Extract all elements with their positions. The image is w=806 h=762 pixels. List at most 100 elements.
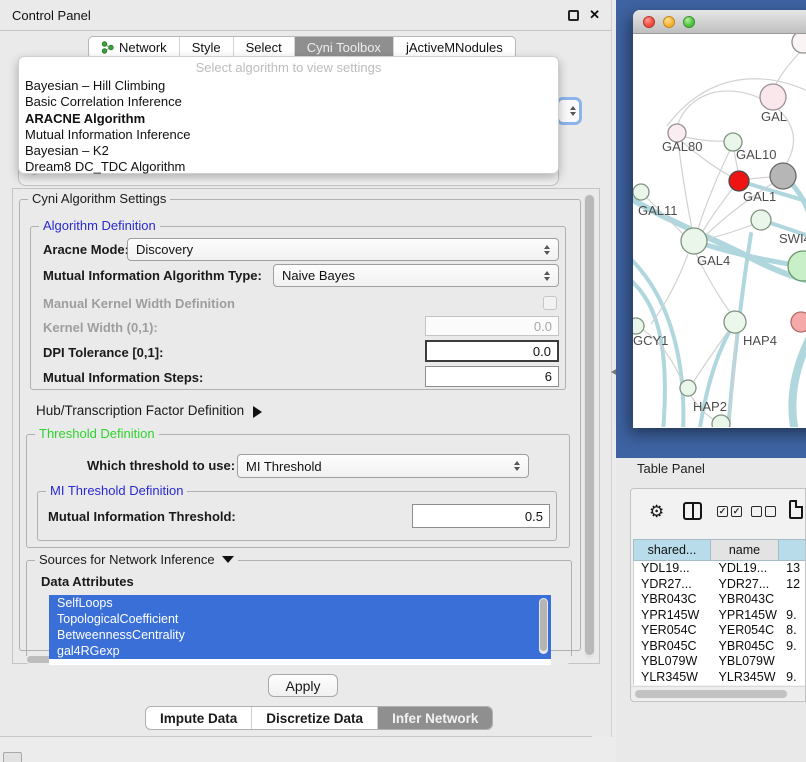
tab-infer-network[interactable]: Infer Network <box>377 707 492 729</box>
minimize-traffic-light-icon[interactable] <box>663 16 675 28</box>
hub-definition-row[interactable]: Hub/Transcription Factor Definition <box>36 400 262 422</box>
menu-item-mutual-information[interactable]: Mutual Information Inference <box>19 127 558 143</box>
node-label-gal1: GAL1 <box>743 189 776 204</box>
node-hap4[interactable] <box>724 311 746 333</box>
tab-impute-data[interactable]: Impute Data <box>146 707 251 729</box>
node-red-selected[interactable] <box>729 171 749 191</box>
table-row[interactable]: YBR045CYBR045C9. <box>634 639 806 655</box>
aracne-mode-label: Aracne Mode: <box>43 239 129 261</box>
stepper-icon <box>570 106 576 116</box>
which-threshold-value: MI Threshold <box>246 459 322 474</box>
node-gal4[interactable] <box>681 228 707 254</box>
apply-button[interactable]: Apply <box>268 674 338 697</box>
table-row[interactable]: YDR27...YDR27...12 <box>634 577 806 593</box>
tab-cyni-toolbox[interactable]: Cyni Toolbox <box>294 37 393 58</box>
network-view-window[interactable]: GAL GAL80 GAL10 GAL11 GAL1 SWI4 GAL4 GCY… <box>633 10 806 428</box>
tab-select[interactable]: Select <box>233 37 294 58</box>
vertical-scrollbar[interactable] <box>584 194 595 658</box>
tab-discretize-data[interactable]: Discretize Data <box>251 707 377 729</box>
collapse-arrow-icon[interactable] <box>222 556 234 563</box>
column-header-name[interactable]: name <box>711 539 779 561</box>
node-gal11[interactable] <box>633 184 649 200</box>
cyni-algorithm-settings-group: Cyni Algorithm Settings Algorithm Defini… <box>19 199 581 651</box>
mi-steps-label: Mutual Information Steps: <box>43 367 203 389</box>
node-gcy1[interactable] <box>633 318 644 334</box>
sources-group: Sources for Network Inference Data Attri… <box>26 560 572 656</box>
table-row[interactable]: YER054CYER054C8. <box>634 623 806 639</box>
mi-threshold-field[interactable]: 0.5 <box>412 504 550 528</box>
table-row[interactable]: YBL079WYBL079W <box>634 654 806 670</box>
hub-definition-label: Hub/Transcription Factor Definition <box>36 403 244 418</box>
vertical-scrollbar-thumb[interactable] <box>585 195 594 655</box>
zoom-traffic-light-icon[interactable] <box>683 16 695 28</box>
tab-network[interactable]: Network <box>89 37 179 58</box>
cell: YER054C <box>712 623 780 639</box>
network-window-titlebar[interactable] <box>633 10 806 34</box>
table-row[interactable]: YDL19...YDL19...13 <box>634 561 806 577</box>
tab-style-label: Style <box>192 40 221 55</box>
node-gray[interactable] <box>770 163 796 189</box>
aracne-mode-combo[interactable]: Discovery <box>127 238 559 261</box>
tab-jactivemnodules[interactable]: jActiveMNodules <box>393 37 515 58</box>
table-row[interactable]: YBR043CYBR043C <box>634 592 806 608</box>
menu-item-dream8[interactable]: Dream8 DC_TDC Algorithm <box>19 159 558 175</box>
which-threshold-combo[interactable]: MI Threshold <box>237 454 529 478</box>
table-header-row: shared... name <box>633 539 806 561</box>
table-row[interactable]: YPR145WYPR145W9. <box>634 608 806 624</box>
select-all-checks-icon[interactable]: ✓ ✓ <box>717 506 742 517</box>
divider <box>0 736 592 737</box>
close-traffic-light-icon[interactable] <box>643 16 655 28</box>
dpi-tolerance-field[interactable]: 0.0 <box>425 340 559 362</box>
stepper-icon <box>514 461 520 471</box>
mi-threshold-group-title: MI Threshold Definition <box>46 483 187 498</box>
mi-type-combo[interactable]: Naive Bayes <box>273 264 559 287</box>
expand-arrow-icon[interactable] <box>253 406 262 418</box>
checked-box-icon: ✓ <box>731 506 742 517</box>
mi-threshold-group: MI Threshold Definition Mutual Informati… <box>37 491 557 541</box>
node-label-gal11: GAL11 <box>638 203 678 218</box>
table-body[interactable]: YDL19...YDL19...13 YDR27...YDR27...12 YB… <box>633 561 806 685</box>
data-attributes-list[interactable]: SelfLoops TopologicalCoefficient Between… <box>49 595 551 665</box>
cell: 12 <box>779 577 806 593</box>
close-icon[interactable]: ✕ <box>589 7 600 23</box>
mi-steps-field[interactable]: 6 <box>425 366 559 387</box>
float-window-icon[interactable] <box>568 10 579 21</box>
unchecked-box-icon <box>751 506 762 517</box>
threshold-definition-group: Threshold Definition Which threshold to … <box>26 434 570 548</box>
cell: 9. <box>779 670 806 686</box>
menu-item-bayesian-k2[interactable]: Bayesian – K2 <box>19 143 558 159</box>
table-scrollbar-thumb[interactable] <box>635 690 787 698</box>
list-item-selfloops[interactable]: SelfLoops <box>49 595 551 611</box>
column-header-cut[interactable] <box>779 539 806 561</box>
menu-item-bayesian-hill-climbing[interactable]: Bayesian – Hill Climbing <box>19 78 558 94</box>
node-gal-cut[interactable] <box>760 84 786 110</box>
column-header-shared-name[interactable]: shared... <box>633 539 711 561</box>
menu-item-basic-correlation[interactable]: Basic Correlation Inference <box>19 94 558 110</box>
node-gal1[interactable] <box>751 210 771 230</box>
node-table: shared... name YDL19...YDL19...13 YDR27.… <box>633 539 806 685</box>
collapsed-panel-button[interactable] <box>3 752 22 762</box>
list-item-gal4rgexp[interactable]: gal4RGexp <box>49 643 551 659</box>
list-item-topologicalcoefficient[interactable]: TopologicalCoefficient <box>49 611 551 627</box>
table-horizontal-scrollbar[interactable] <box>631 686 806 700</box>
table-panel: ⚙ ✓ ✓ shared... name YDL19...YDL19...13 … <box>630 488 806 702</box>
list-scrollbar[interactable] <box>539 598 548 654</box>
node-label-hap4: HAP4 <box>743 333 777 348</box>
menu-item-aracne[interactable]: ARACNE Algorithm <box>19 111 558 127</box>
apply-button-label: Apply <box>285 678 320 694</box>
document-icon[interactable] <box>789 500 803 519</box>
node-top-cut[interactable] <box>792 34 806 53</box>
node-hap2[interactable] <box>680 380 696 396</box>
table-row[interactable]: YLR345WYLR345W9. <box>634 670 806 686</box>
network-canvas[interactable]: GAL GAL80 GAL10 GAL11 GAL1 SWI4 GAL4 GCY… <box>633 34 806 427</box>
list-item-betweennesscentrality[interactable]: BetweennessCentrality <box>49 627 551 643</box>
node-bottom-cut[interactable] <box>712 415 730 427</box>
node-salmon[interactable] <box>791 312 806 332</box>
split-columns-icon[interactable] <box>683 502 702 520</box>
gear-icon[interactable]: ⚙ <box>649 502 664 522</box>
list-scrollbar-thumb[interactable] <box>540 599 547 651</box>
node-label-gal80: GAL80 <box>662 139 702 154</box>
deselect-all-checks-icon[interactable] <box>751 506 776 517</box>
manual-kernel-checkbox[interactable] <box>543 296 557 310</box>
tab-style[interactable]: Style <box>179 37 233 58</box>
